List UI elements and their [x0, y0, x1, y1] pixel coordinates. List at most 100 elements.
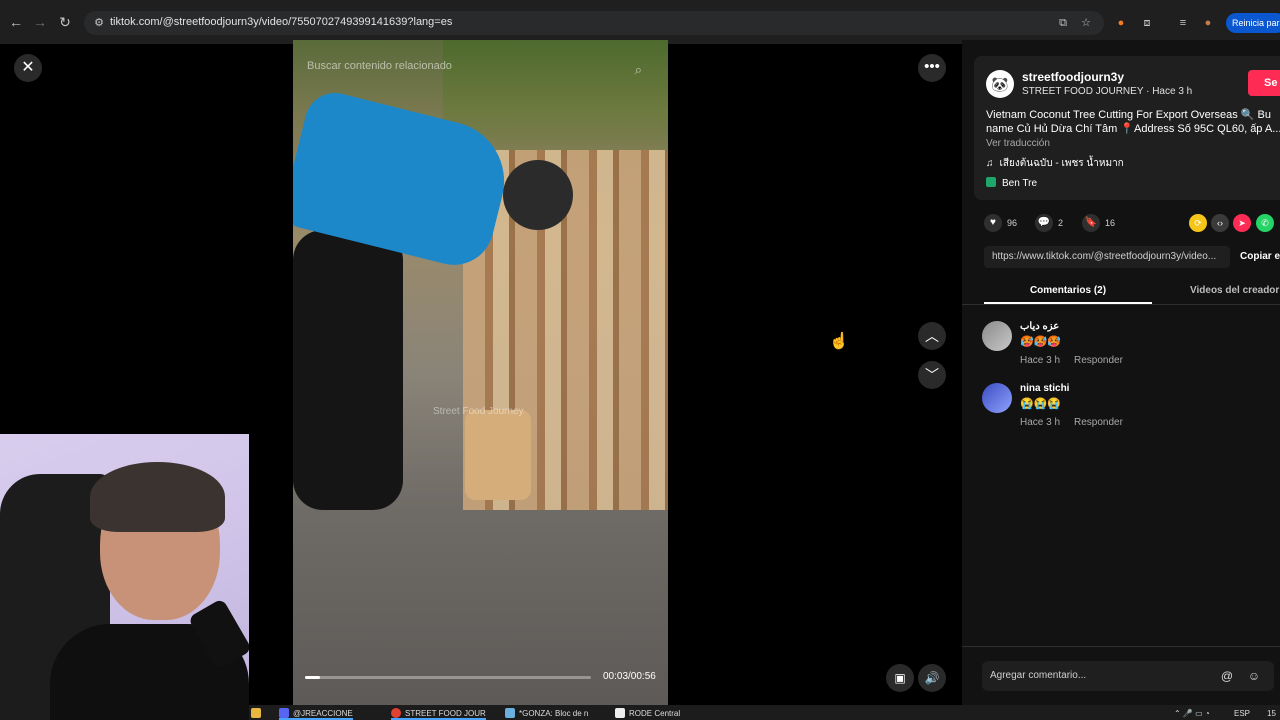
taskbar-label: *GONZA: Bloc de n	[519, 709, 589, 718]
extensions-puzzle-icon[interactable]: ⧈	[1140, 16, 1154, 30]
creator-avatar[interactable]: 🐼	[986, 70, 1014, 98]
rode-icon	[615, 708, 625, 718]
video-caption: Vietnam Coconut Tree Cutting For Export …	[986, 109, 1280, 135]
video-time: 00:03/00:56	[603, 671, 656, 682]
os-taskbar: @JREACCIONE STREET FOOD JOUR *GONZA: Blo…	[249, 705, 1280, 720]
heart-icon: ♥	[984, 214, 1002, 232]
creator-subtitle: STREET FOOD JOURNEY · Hace 3 h	[1022, 86, 1193, 97]
webcam-overlay	[0, 434, 249, 720]
previous-video-button[interactable]: ︿	[918, 322, 946, 350]
more-options-button[interactable]: •••	[918, 54, 946, 82]
folder-icon	[251, 708, 261, 718]
video-frame-person-head	[503, 160, 573, 230]
url-text[interactable]: tiktok.com/@streetfoodjourn3y/video/7550…	[110, 16, 452, 28]
send-icon[interactable]: ➤	[1233, 214, 1251, 232]
comment-text: 😭😭😭	[1020, 398, 1062, 410]
comment-icon: 💬	[1035, 214, 1053, 232]
like-button[interactable]: ♥ 96	[984, 214, 1017, 232]
embed-icon[interactable]: ‹›	[1211, 214, 1229, 232]
copy-link-button[interactable]: Copiar e	[1240, 246, 1280, 268]
install-app-icon[interactable]: ⧉	[1056, 16, 1070, 30]
reply-button[interactable]: Responder	[1074, 355, 1123, 366]
location-tag[interactable]: Ben Tre	[986, 177, 1037, 189]
emoji-icon[interactable]: ☺	[1247, 669, 1261, 683]
music-info[interactable]: ♫ เสียงต้นฉบับ - เพชร น้ำหมาก	[986, 156, 1124, 171]
whatsapp-icon[interactable]: ✆	[1256, 214, 1274, 232]
like-count: 96	[1007, 218, 1018, 228]
comment-composer: Agregar comentario... @ ☺	[962, 646, 1280, 705]
follow-button[interactable]: Se	[1248, 70, 1280, 96]
video-watermark: Street Food Journey	[433, 406, 524, 417]
taskbar-item-rode[interactable]: RODE Central	[615, 707, 680, 720]
comment-item: nina stichi 😭😭😭 Hace 3 h Responder	[982, 383, 1272, 435]
tabs-divider	[962, 304, 1280, 305]
clock[interactable]: 15	[1267, 707, 1276, 720]
extension-icon[interactable]: ●	[1114, 16, 1128, 30]
taskbar-item-notepad[interactable]: *GONZA: Bloc de n	[505, 707, 588, 720]
chrome-icon	[391, 708, 401, 718]
commenter-avatar[interactable]	[982, 383, 1012, 413]
tray-icons[interactable]: ⌃ 🎤 ▭ ◔	[1174, 707, 1210, 720]
close-button[interactable]: ✕	[14, 54, 42, 82]
volume-button[interactable]: 🔊	[918, 664, 946, 692]
notepad-icon	[505, 708, 515, 718]
mini-player-button[interactable]: ▣	[886, 664, 914, 692]
related-search[interactable]: Buscar contenido relacionado ⌕	[307, 60, 652, 82]
commenter-avatar[interactable]	[982, 321, 1012, 351]
browser-toolbar: ← → ↻ ⚙ tiktok.com/@streetfoodjourn3y/vi…	[0, 0, 1280, 44]
search-icon[interactable]: ⌕	[635, 62, 642, 78]
webcam-person-hair	[90, 462, 225, 532]
details-panel: 🐼 streetfoodjourn3y STREET FOOD JOURNEY …	[962, 40, 1280, 705]
taskbar-label: @JREACCIONE	[293, 709, 353, 718]
bookmark-star-icon[interactable]: ☆	[1079, 16, 1093, 30]
tab-creator-videos[interactable]: Videos del creador	[1190, 278, 1279, 304]
taskbar-label: STREET FOOD JOUR	[405, 709, 486, 718]
mini-player-icon: ▣	[894, 671, 906, 685]
comment-count: 2	[1058, 218, 1064, 228]
taskbar-label: RODE Central	[629, 709, 681, 718]
related-search-placeholder: Buscar contenido relacionado	[307, 60, 452, 72]
taskbar-item-discord[interactable]: @JREACCIONE	[279, 707, 353, 720]
save-button[interactable]: 🔖 16	[1082, 214, 1115, 232]
back-icon[interactable]: ←	[8, 14, 24, 30]
video-progress-bar[interactable]	[305, 676, 591, 679]
chevron-down-icon: ﹀	[925, 367, 939, 383]
comment-time: Hace 3 h	[1020, 355, 1061, 366]
site-info-icon[interactable]: ⚙	[92, 16, 106, 30]
save-count: 16	[1105, 218, 1116, 228]
bookmark-icon: 🔖	[1082, 214, 1100, 232]
reply-button[interactable]: Responder	[1074, 417, 1123, 428]
description-card: 🐼 streetfoodjourn3y STREET FOOD JOURNEY …	[974, 56, 1280, 200]
address-bar[interactable]: ⚙ tiktok.com/@streetfoodjourn3y/video/75…	[84, 11, 1104, 35]
comment-time: Hace 3 h	[1020, 417, 1061, 428]
restart-button[interactable]: Reinicia para	[1226, 13, 1280, 33]
video-link-field[interactable]: https://www.tiktok.com/@streetfoodjourn3…	[984, 246, 1230, 268]
profile-avatar[interactable]: ●	[1201, 16, 1215, 30]
commenter-name[interactable]: عزه دياب	[1020, 321, 1059, 332]
commenter-name[interactable]: nina stichi	[1020, 383, 1069, 394]
repost-icon[interactable]: ⟳	[1189, 214, 1207, 232]
chevron-up-icon: ︿	[925, 328, 939, 344]
keyboard-language[interactable]: ESP	[1234, 707, 1250, 720]
comment-text: 🥵🥵🥵	[1020, 336, 1062, 348]
reload-icon[interactable]: ↻	[57, 14, 73, 30]
next-video-button[interactable]: ﹀	[918, 361, 946, 389]
mouse-cursor-icon: ☝	[829, 333, 849, 350]
mention-icon[interactable]: @	[1220, 669, 1234, 683]
video-progress-fill	[305, 676, 321, 679]
location-name: Ben Tre	[1002, 178, 1038, 189]
video-player[interactable]: Buscar contenido relacionado ⌕ Street Fo…	[293, 40, 668, 705]
volume-icon: 🔊	[924, 671, 940, 685]
see-translation-link[interactable]: Ver traducción	[986, 138, 1050, 149]
creator-handle[interactable]: streetfoodjourn3y	[1022, 70, 1124, 84]
comment-button[interactable]: 💬 2	[1035, 214, 1063, 232]
music-note-icon: ♫	[986, 158, 994, 169]
music-title: เสียงต้นฉบับ - เพชร น้ำหมาก	[999, 158, 1124, 169]
comment-item: عزه دياب 🥵🥵🥵 Hace 3 h Responder	[982, 321, 1272, 373]
discord-icon	[279, 708, 289, 718]
tab-search-icon[interactable]: ≡	[1176, 16, 1190, 30]
taskbar-item-chrome[interactable]: STREET FOOD JOUR	[391, 707, 486, 720]
forward-icon[interactable]: →	[32, 14, 48, 30]
taskbar-folder[interactable]	[251, 707, 265, 720]
tab-comments[interactable]: Comentarios (2)	[984, 278, 1152, 304]
